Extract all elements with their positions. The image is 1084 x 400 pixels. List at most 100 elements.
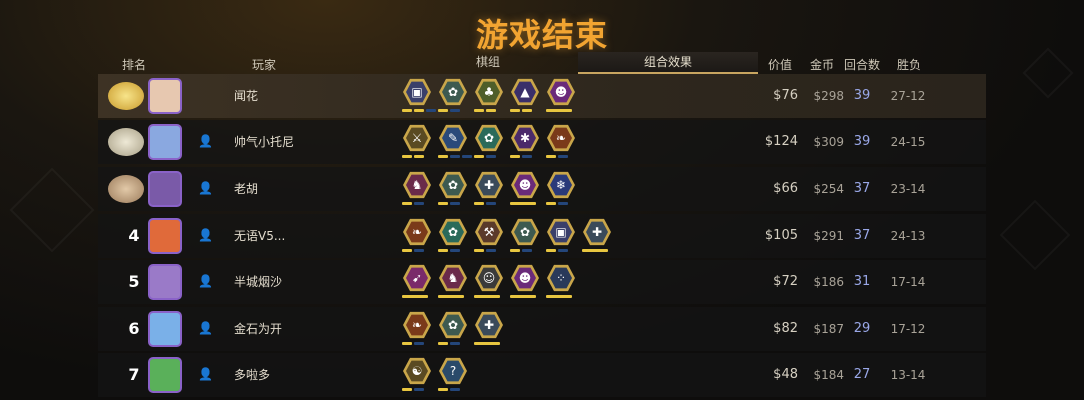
- player-rounds: 27: [853, 367, 871, 382]
- page-title: 游戏结束: [475, 16, 608, 54]
- player-rounds: 37: [853, 181, 871, 196]
- avatar[interactable]: [148, 78, 182, 114]
- player-value: $72: [773, 274, 798, 289]
- synergy-level-pip: [558, 202, 568, 205]
- avatar[interactable]: [148, 124, 182, 160]
- synergy-pips: [438, 342, 478, 346]
- player-rounds: 37: [853, 228, 871, 243]
- hunter-icon: ➹: [403, 264, 431, 292]
- armor-icon: ▣: [547, 218, 575, 246]
- player-name[interactable]: 无语V5...: [234, 214, 285, 258]
- synergy-badge[interactable]: ❄: [546, 170, 576, 210]
- player-name[interactable]: 老胡: [234, 167, 258, 211]
- avatar[interactable]: [148, 218, 182, 254]
- synergy-badge[interactable]: ▣: [546, 217, 576, 257]
- synergy-level-pip: [486, 109, 496, 112]
- synergy-level-pip: [474, 295, 500, 298]
- synergy-badge[interactable]: ✿: [510, 217, 540, 257]
- armor-icon: ▣: [403, 78, 431, 106]
- avatar[interactable]: [148, 171, 182, 207]
- player-row[interactable]: 4 👤 无语V5... ❧ ✿ ⚒ ✿ ▣ ✚ $105 $291 37 24-13: [98, 214, 986, 258]
- synergy-level-pip: [402, 155, 412, 158]
- player-name[interactable]: 帅气小托尼: [234, 120, 294, 164]
- leaf-icon: ❧: [547, 124, 575, 152]
- player-row[interactable]: 5 👤 半城烟沙 ➹ ♞ ☺ ☻ ⁘ $72 $186 31 17-14: [98, 260, 986, 304]
- synergy-badge[interactable]: ☺: [474, 263, 504, 303]
- add-friend-icon[interactable]: 👤: [198, 181, 213, 195]
- synergy-level-pip: [402, 109, 412, 112]
- synergy-badge[interactable]: ☻: [546, 77, 576, 117]
- synergy-pips: [510, 202, 550, 206]
- synergy-badge[interactable]: ?: [438, 356, 468, 396]
- leaf-icon: ❧: [403, 218, 431, 246]
- synergy-pips: [546, 295, 586, 299]
- synergy-pips: [402, 295, 442, 299]
- player-row[interactable]: 6 👤 金石为开 ❧ ✿ ✚ $82 $187 29 17-12: [98, 307, 986, 351]
- synergy-pips: [474, 342, 514, 346]
- avatar[interactable]: [148, 311, 182, 347]
- synergy-level-pip: [474, 202, 484, 205]
- frost-icon: ❄: [547, 171, 575, 199]
- synergy-badge[interactable]: ☻: [510, 263, 540, 303]
- synergy-badge[interactable]: ✿: [438, 77, 468, 117]
- add-friend-icon[interactable]: 👤: [198, 274, 213, 288]
- synergy-badge[interactable]: ♞: [402, 170, 432, 210]
- synergy-badge[interactable]: ✚: [582, 217, 612, 257]
- player-row[interactable]: 闻花 ▣ ✿ ♣ ▲ ☻ $76 $298 39 27-12: [98, 74, 986, 118]
- synergy-badge[interactable]: ✎: [438, 123, 472, 163]
- synergy-level-pip: [546, 155, 556, 158]
- synergy-badge[interactable]: ☻: [510, 170, 540, 210]
- synergy-badge[interactable]: ❧: [402, 310, 432, 350]
- synergy-pips: [546, 109, 586, 113]
- synergy-badge[interactable]: ☯: [402, 356, 432, 396]
- synergy-badge[interactable]: ♞: [438, 263, 468, 303]
- synergy-badge[interactable]: ⚒: [474, 217, 504, 257]
- add-friend-icon[interactable]: 👤: [198, 321, 213, 335]
- synergy-pips: [474, 249, 514, 253]
- synergy-badge[interactable]: ⚔: [402, 123, 432, 163]
- player-name[interactable]: 金石为开: [234, 307, 282, 351]
- synergy-level-pip: [450, 342, 460, 345]
- synergy-level-pip: [510, 249, 520, 252]
- synergy-badge[interactable]: ✿: [438, 217, 468, 257]
- synergy-badge[interactable]: ✚: [474, 170, 504, 210]
- synergy-pips: [510, 249, 550, 253]
- player-record: 24-13: [890, 229, 926, 243]
- add-friend-icon[interactable]: 👤: [198, 367, 213, 381]
- synergy-level-pip: [402, 249, 412, 252]
- avatar[interactable]: [148, 357, 182, 393]
- synergy-badge[interactable]: ▣: [402, 77, 436, 117]
- synergy-badge[interactable]: ✿: [438, 170, 468, 210]
- synergy-badge[interactable]: ✚: [474, 310, 504, 350]
- synergy-badge[interactable]: ▲: [510, 77, 540, 117]
- synergy-badge[interactable]: ➹: [402, 263, 432, 303]
- synergy-badge[interactable]: ⁘: [546, 263, 576, 303]
- rank-medal-icon: [108, 82, 144, 110]
- synergy-badge[interactable]: ♣: [474, 77, 504, 117]
- synergy-badge[interactable]: ❧: [402, 217, 432, 257]
- element-icon: ♣: [475, 78, 503, 106]
- player-rounds: 39: [853, 88, 871, 103]
- synergy-level-pip: [486, 155, 496, 158]
- player-row[interactable]: 👤 老胡 ♞ ✿ ✚ ☻ ❄ $66 $254 37 23-14: [98, 167, 986, 211]
- player-row[interactable]: 7 👤 多啦多 ☯ ? $48 $184 27 13-14: [98, 353, 986, 397]
- tab-combo[interactable]: 组合效果: [578, 52, 758, 74]
- synergy-badge[interactable]: ❧: [546, 123, 576, 163]
- avatar[interactable]: [148, 264, 182, 300]
- player-name[interactable]: 闻花: [234, 74, 258, 118]
- synergy-pips: [402, 155, 442, 159]
- paw-icon: ✿: [475, 124, 503, 152]
- tab-board[interactable]: 棋组: [400, 52, 576, 72]
- player-name[interactable]: 多啦多: [234, 353, 270, 397]
- synergy-level-pip: [546, 109, 572, 112]
- add-friend-icon[interactable]: 👤: [198, 134, 213, 148]
- synergy-badge[interactable]: ✿: [474, 123, 504, 163]
- synergy-level-pip: [546, 202, 556, 205]
- player-name[interactable]: 半城烟沙: [234, 260, 282, 304]
- synergy-badge[interactable]: ✱: [510, 123, 540, 163]
- synergy-level-pip: [402, 295, 428, 298]
- cross-icon: ✚: [475, 311, 503, 339]
- player-row[interactable]: 👤 帅气小托尼 ⚔ ✎ ✿ ✱ ❧ $124 $309 39 24-15: [98, 120, 986, 164]
- add-friend-icon[interactable]: 👤: [198, 228, 213, 242]
- synergy-badge[interactable]: ✿: [438, 310, 468, 350]
